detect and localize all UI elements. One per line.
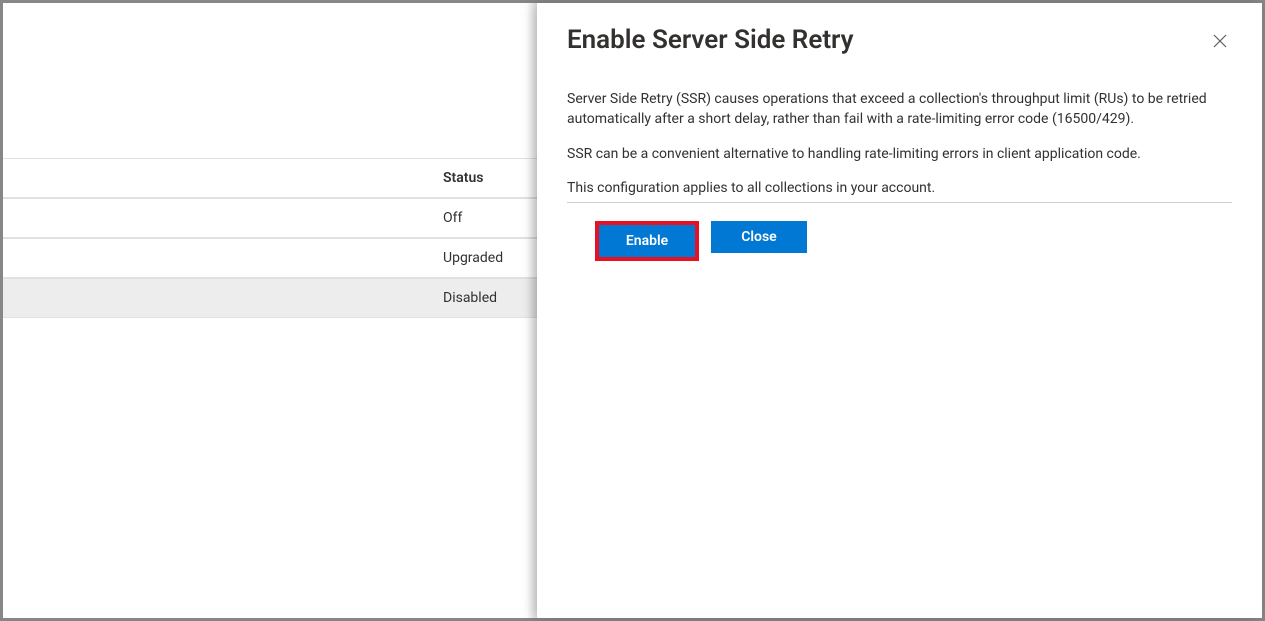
panel-description-2: SSR can be a convenient alternative to h… bbox=[567, 144, 1232, 164]
panel-title: Enable Server Side Retry bbox=[567, 25, 854, 55]
cell-status: Off bbox=[3, 210, 462, 226]
close-button[interactable]: Close bbox=[711, 221, 807, 253]
panel-description-1: Server Side Retry (SSR) causes operation… bbox=[567, 89, 1232, 130]
panel-body: Server Side Retry (SSR) causes operation… bbox=[567, 89, 1232, 261]
panel-button-row: Enable Close bbox=[567, 221, 1232, 261]
enable-button-highlight: Enable bbox=[595, 221, 699, 261]
close-icon[interactable] bbox=[1208, 29, 1232, 53]
panel-note: This configuration applies to all collec… bbox=[567, 178, 1232, 203]
enable-ssr-panel: Enable Server Side Retry Server Side Ret… bbox=[537, 3, 1262, 618]
panel-header: Enable Server Side Retry bbox=[567, 25, 1232, 55]
app-frame: Status Off Upgraded Disabled Enable Serv… bbox=[0, 0, 1265, 621]
cell-status: Upgraded bbox=[3, 250, 503, 266]
cell-status: Disabled bbox=[3, 290, 497, 306]
enable-button[interactable]: Enable bbox=[599, 225, 695, 257]
column-header-status: Status bbox=[3, 170, 483, 186]
